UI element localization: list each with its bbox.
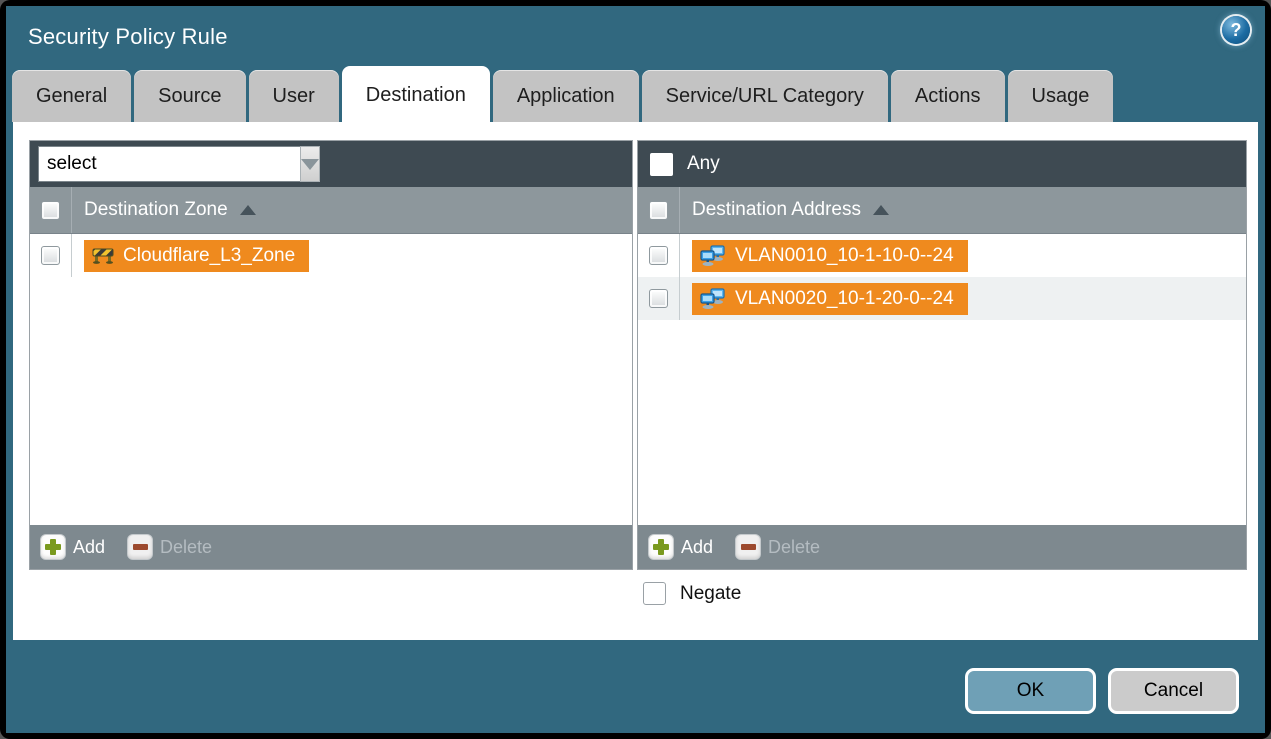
- tab-service-url-category[interactable]: Service/URL Category: [642, 70, 888, 122]
- address-item-label: VLAN0010_10-1-10-0--24: [735, 245, 954, 267]
- negate-row: Negate: [643, 582, 741, 605]
- table-row: VLAN0010_10-1-10-0--24: [638, 234, 1246, 277]
- plus-icon: [40, 534, 66, 560]
- address-row-check-cell: [638, 277, 680, 320]
- zone-select-all-checkbox[interactable]: [41, 201, 60, 220]
- zone-type-combo: [38, 146, 298, 182]
- zone-type-select-input[interactable]: [38, 146, 300, 182]
- any-checkbox[interactable]: [650, 153, 673, 176]
- address-header-check-cell: [638, 187, 680, 233]
- address-item-vlan0010[interactable]: VLAN0010_10-1-10-0--24: [692, 240, 968, 272]
- chevron-down-icon: [301, 159, 319, 170]
- negate-label: Negate: [680, 583, 741, 605]
- table-row: Cloudflare_L3_Zone: [30, 234, 632, 277]
- minus-icon: [127, 534, 153, 560]
- zone-column-header[interactable]: Destination Zone: [30, 187, 632, 234]
- tab-source[interactable]: Source: [134, 70, 245, 122]
- zone-icon: [92, 247, 114, 264]
- destination-zone-panel: Destination Zone: [29, 140, 633, 570]
- dialog-frame: Security Policy Rule ? General Source Us…: [6, 6, 1265, 733]
- zone-type-dropdown-button[interactable]: [300, 146, 320, 182]
- zone-add-label: Add: [73, 537, 105, 558]
- sort-ascending-icon: [873, 205, 889, 215]
- address-row-checkbox[interactable]: [649, 246, 668, 265]
- destination-address-panel: Any Destination Address: [637, 140, 1247, 570]
- cancel-button[interactable]: Cancel: [1108, 668, 1239, 714]
- address-delete-label: Delete: [768, 537, 820, 558]
- negate-checkbox[interactable]: [643, 582, 666, 605]
- address-column-title: Destination Address: [692, 199, 861, 221]
- zone-panel-header: [30, 141, 632, 187]
- address-item-vlan0020[interactable]: VLAN0020_10-1-20-0--24: [692, 283, 968, 315]
- address-toolbar: Add Delete: [638, 525, 1246, 569]
- tab-general[interactable]: General: [12, 70, 131, 122]
- zone-item-label: Cloudflare_L3_Zone: [123, 245, 295, 267]
- plus-icon: [648, 534, 674, 560]
- address-column-header[interactable]: Destination Address: [638, 187, 1246, 234]
- tab-usage[interactable]: Usage: [1008, 70, 1114, 122]
- zone-delete-button[interactable]: Delete: [127, 534, 212, 560]
- zone-column-title: Destination Zone: [84, 199, 228, 221]
- address-row-checkbox[interactable]: [649, 289, 668, 308]
- security-policy-rule-dialog: Security Policy Rule ? General Source Us…: [0, 0, 1271, 739]
- minus-icon: [735, 534, 761, 560]
- zone-item-cloudflare-l3-zone[interactable]: Cloudflare_L3_Zone: [84, 240, 309, 272]
- dialog-title: Security Policy Rule: [28, 24, 228, 50]
- address-select-all-checkbox[interactable]: [649, 201, 668, 220]
- tab-application[interactable]: Application: [493, 70, 639, 122]
- table-row: VLAN0020_10-1-20-0--24: [638, 277, 1246, 320]
- tab-user[interactable]: User: [249, 70, 339, 122]
- zone-toolbar: Add Delete: [30, 525, 632, 569]
- tab-actions[interactable]: Actions: [891, 70, 1005, 122]
- address-delete-button[interactable]: Delete: [735, 534, 820, 560]
- address-list: VLAN0010_10-1-10-0--24: [638, 234, 1246, 525]
- title-bar: Security Policy Rule ?: [6, 6, 1265, 70]
- tab-strip: General Source User Destination Applicat…: [12, 70, 1259, 122]
- zone-list: Cloudflare_L3_Zone: [30, 234, 632, 525]
- sort-ascending-icon: [240, 205, 256, 215]
- tab-destination[interactable]: Destination: [342, 66, 490, 122]
- zone-header-check-cell: [30, 187, 72, 233]
- zone-add-button[interactable]: Add: [40, 534, 105, 560]
- address-add-button[interactable]: Add: [648, 534, 713, 560]
- zone-row-check-cell: [30, 234, 72, 277]
- tab-content-destination: Destination Zone: [13, 122, 1258, 640]
- ok-button[interactable]: OK: [965, 668, 1096, 714]
- address-icon: [700, 288, 726, 309]
- address-row-check-cell: [638, 234, 680, 277]
- zone-delete-label: Delete: [160, 537, 212, 558]
- address-panel-header: Any: [638, 141, 1246, 187]
- any-label: Any: [687, 153, 720, 175]
- zone-row-checkbox[interactable]: [41, 246, 60, 265]
- help-icon[interactable]: ?: [1222, 16, 1250, 44]
- address-item-label: VLAN0020_10-1-20-0--24: [735, 288, 954, 310]
- address-add-label: Add: [681, 537, 713, 558]
- address-icon: [700, 245, 726, 266]
